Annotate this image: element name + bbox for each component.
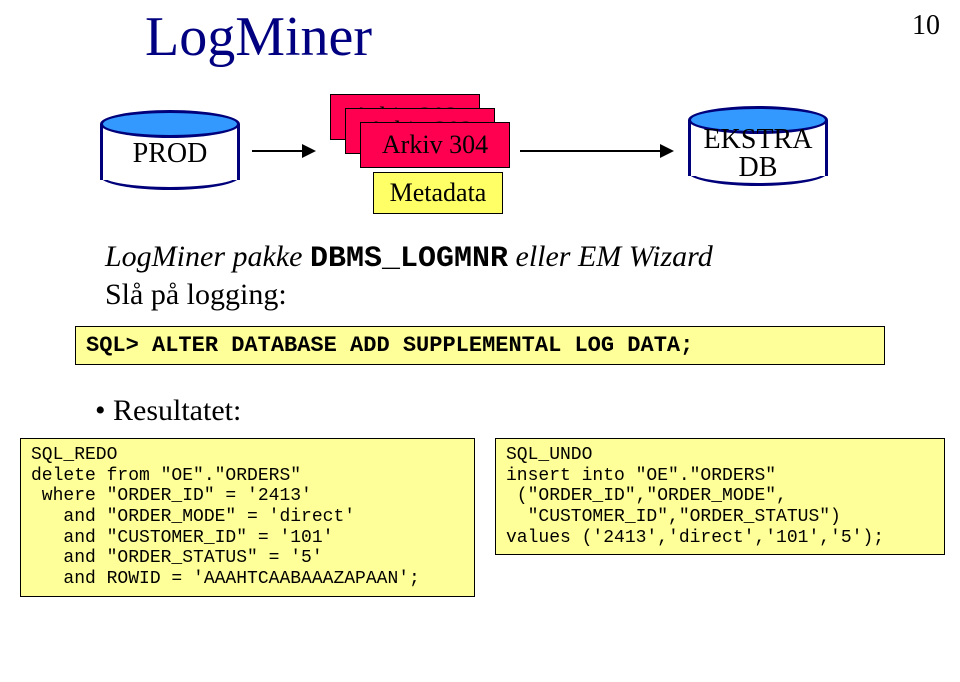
db-prod-label: PROD — [100, 138, 240, 170]
result-bullet: Resultatet: — [95, 394, 241, 428]
page-number: 10 — [912, 10, 940, 42]
narrative-prefix: LogMiner pakke — [105, 240, 310, 273]
db-prod: PROD — [100, 110, 240, 190]
metadata-label: Metadata — [390, 178, 487, 208]
narrative-line-2: Slå på logging: — [105, 278, 287, 312]
sql-redo-box: SQL_REDO delete from "OE"."ORDERS" where… — [20, 438, 475, 597]
db-ekstra-line1: EKSTRA — [704, 124, 813, 155]
metadata-box: Metadata — [373, 172, 503, 214]
narrative-suffix: eller EM Wizard — [508, 240, 713, 273]
page-title: LogMiner — [145, 5, 372, 69]
sql-alter-box: SQL> ALTER DATABASE ADD SUPPLEMENTAL LOG… — [75, 326, 885, 365]
arrow-head-icon-2 — [660, 144, 674, 158]
db-ekstra-label: EKSTRA DB — [688, 126, 828, 182]
db-ekstra: EKSTRA DB — [688, 106, 828, 186]
arkiv-label-2: Arkiv 304 — [382, 130, 488, 160]
db-ekstra-line2: DB — [739, 152, 778, 183]
sql-undo-box: SQL_UNDO insert into "OE"."ORDERS" ("ORD… — [495, 438, 945, 555]
arrow-arkiv-to-ekstra — [520, 150, 660, 152]
arkiv-card-2: Arkiv 304 — [360, 122, 510, 168]
narrative-code: DBMS_LOGMNR — [310, 242, 508, 276]
narrative-line-1: LogMiner pakke DBMS_LOGMNR eller EM Wiza… — [105, 240, 713, 276]
arrow-prod-to-arkiv — [252, 150, 302, 152]
arrow-head-icon — [302, 144, 316, 158]
result-label: Resultatet: — [113, 394, 241, 427]
